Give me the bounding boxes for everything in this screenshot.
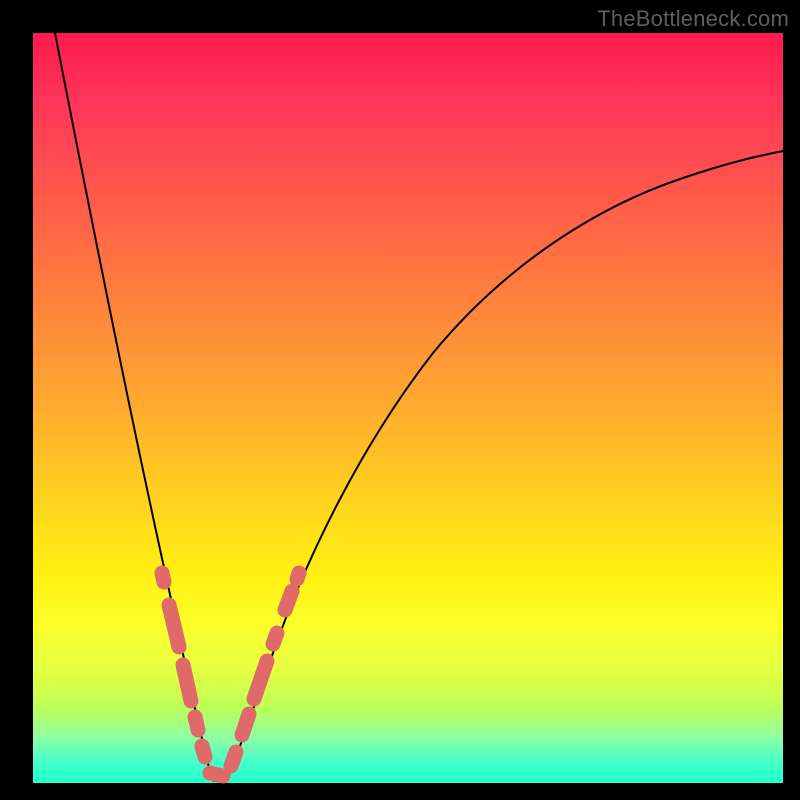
chart-frame: TheBottleneck.com xyxy=(0,0,800,800)
bead-right-1 xyxy=(231,752,236,766)
bead-left-5 xyxy=(202,746,205,757)
bead-left-1 xyxy=(162,573,164,582)
bead-left-3 xyxy=(183,665,191,701)
chart-svg xyxy=(33,33,783,783)
bead-left-2 xyxy=(169,605,179,647)
curve-right-branch xyxy=(226,151,783,781)
bead-left-4 xyxy=(195,717,198,730)
bead-right-6 xyxy=(297,573,299,579)
bead-right-4 xyxy=(273,633,277,644)
bead-right-5 xyxy=(285,591,292,610)
bead-right-3 xyxy=(254,661,267,699)
watermark-text: TheBottleneck.com xyxy=(597,6,789,32)
bead-right-2 xyxy=(242,714,249,735)
bead-bottom xyxy=(210,773,223,776)
highlight-beads xyxy=(162,573,299,776)
